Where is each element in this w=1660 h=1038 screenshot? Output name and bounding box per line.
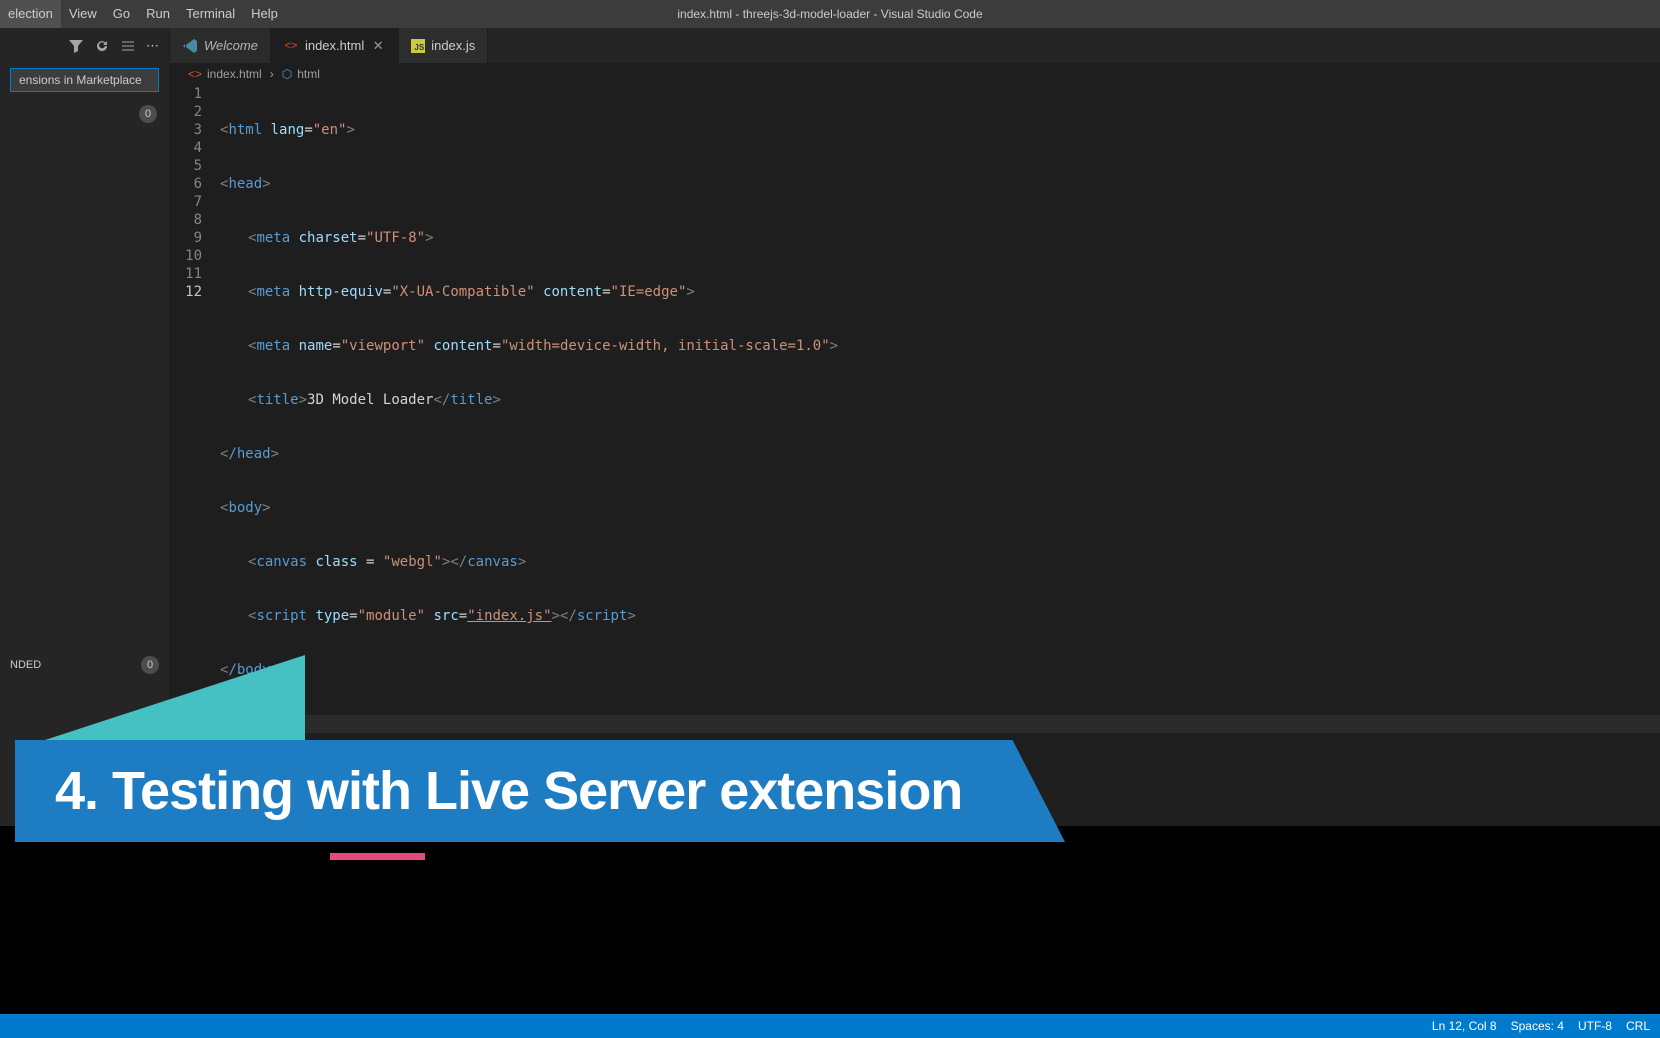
tab-index-js[interactable]: JS index.js	[399, 28, 488, 63]
tab-index-html[interactable]: <> index.html ✕	[271, 28, 399, 63]
menu-selection[interactable]: election	[0, 0, 61, 28]
tab-welcome[interactable]: Welcome	[170, 28, 271, 63]
tab-label: index.html	[305, 38, 364, 53]
tab-label: index.js	[431, 38, 475, 53]
close-icon[interactable]: ✕	[370, 38, 386, 54]
html-icon: <>	[283, 38, 299, 54]
menu-view[interactable]: View	[61, 0, 105, 28]
status-bar: Ln 12, Col 8 Spaces: 4 UTF-8 CRL	[0, 1014, 1660, 1038]
editor-tabs: Welcome <> index.html ✕ JS index.js	[170, 28, 1660, 63]
status-encoding[interactable]: UTF-8	[1578, 1019, 1612, 1033]
status-spaces[interactable]: Spaces: 4	[1511, 1019, 1564, 1033]
menu-run[interactable]: Run	[138, 0, 178, 28]
installed-count-badge: 0	[139, 105, 157, 123]
html-icon: <>	[188, 67, 202, 81]
menu-bar: election View Go Run Terminal Help	[0, 0, 286, 28]
presentation-black-bar	[0, 826, 1660, 1014]
tab-label: Welcome	[204, 38, 258, 53]
menu-terminal[interactable]: Terminal	[178, 0, 243, 28]
recommended-count-badge: 0	[141, 656, 159, 674]
more-icon[interactable]: ⋯	[146, 38, 159, 54]
sidebar-toolbar: ⋯	[0, 28, 169, 63]
breadcrumb-file[interactable]: <> index.html	[188, 67, 262, 81]
status-eol[interactable]: CRL	[1626, 1019, 1650, 1033]
status-line-col[interactable]: Ln 12, Col 8	[1432, 1019, 1497, 1033]
window-title: index.html - threejs-3d-model-loader - V…	[677, 7, 982, 21]
recommended-section-header[interactable]: NDED 0	[0, 652, 169, 678]
refresh-icon[interactable]	[94, 38, 110, 54]
installed-section-header[interactable]: 0	[0, 97, 169, 131]
menu-go[interactable]: Go	[105, 0, 138, 28]
symbol-icon: ⬡	[282, 67, 292, 81]
vscode-icon	[182, 38, 198, 54]
title-bar: election View Go Run Terminal Help index…	[0, 0, 1660, 28]
clear-icon[interactable]	[120, 38, 136, 54]
chevron-right-icon: ›	[270, 67, 274, 81]
menu-help[interactable]: Help	[243, 0, 286, 28]
banner-title: 4. Testing with Live Server extension	[55, 760, 1025, 822]
breadcrumb-symbol[interactable]: ⬡ html	[282, 67, 320, 81]
extensions-search-input[interactable]: ensions in Marketplace	[10, 68, 159, 92]
breadcrumbs: <> index.html › ⬡ html	[170, 63, 1660, 85]
presentation-banner: 4. Testing with Live Server extension	[15, 740, 1065, 842]
js-icon: JS	[411, 39, 425, 53]
banner-underline-decoration	[330, 853, 425, 860]
filter-icon[interactable]	[68, 38, 84, 54]
